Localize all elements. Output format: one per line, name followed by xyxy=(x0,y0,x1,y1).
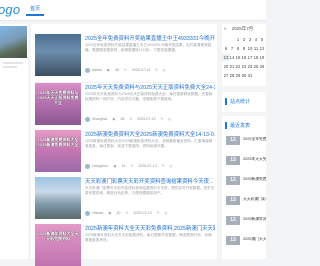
post-title[interactable]: 2025全年免费资料开奖结果直播王中王4933331今晚开奖,真... xyxy=(85,34,215,42)
post-card[interactable]: 天天彩澳门彩票天天彩开奖资料查询结果资料今天夜... 天天彩澳门彩票天天彩开奖资… xyxy=(35,175,215,226)
post-feed: 2025全年免费资料开奖结果直播王中王4933331今晚开奖,真... 2025… xyxy=(31,24,217,266)
left-column xyxy=(0,24,28,259)
post-meta: Shanghai ◉ 38 ⏲ 2025-07-13 ✎ 0 xyxy=(85,117,215,124)
post-excerpt: 2025新澳免费资料大全2025新澳免费资料大全，全网最新最全资料，汇集海量精准… xyxy=(85,139,213,148)
post-views: 38 xyxy=(120,117,125,122)
post-thumbnail[interactable]: 2025年天天免费资料与2025天天正版资料免费大全 xyxy=(35,83,81,125)
calendar-day[interactable]: 26 xyxy=(258,63,266,70)
nav-home-link[interactable]: 首页 xyxy=(26,3,45,16)
recent-post-link[interactable]: 2025新澳年资料大全 xyxy=(243,217,266,222)
post-author[interactable]: Hangzhou xyxy=(92,164,108,168)
author-avatar xyxy=(85,164,90,169)
post-title[interactable]: 2025新澳免费资料大全2025新澳免费资料大全14-13-0... xyxy=(85,130,215,138)
post-date: 2025-07-13 xyxy=(137,117,156,122)
comment-icon: ✎ xyxy=(156,211,160,216)
calendar-month: 2025年7月 xyxy=(231,26,254,31)
author-avatar xyxy=(85,117,90,122)
post-date: 2025-07-13 xyxy=(131,68,151,73)
post-excerpt: 2025新澳年资料大全天天彩免费资料，每日更新开奖数据，精准预测分析，全面覆盖各… xyxy=(85,233,212,242)
post-date: 2025-07-13 xyxy=(138,164,157,169)
calendar-day xyxy=(258,72,266,79)
post-author[interactable]: Shanghai xyxy=(92,117,107,121)
section-title-stats: 站点统计 xyxy=(225,98,250,105)
post-excerpt: 2025年天天免费资料与2025天天正版资料免费大全，每日更新精准数据，完整版权… xyxy=(85,92,213,101)
views-icon: ◉ xyxy=(106,68,110,73)
recent-date-badge: 13 xyxy=(226,156,240,165)
recent-date-badge: 13 xyxy=(226,236,240,245)
calendar-day[interactable]: 12 xyxy=(258,45,266,52)
section-title-recent: 最近发表 xyxy=(225,122,250,129)
clock-icon: ⏲ xyxy=(129,117,133,122)
post-thumbnail[interactable] xyxy=(35,34,81,76)
comment-icon: ✎ xyxy=(160,117,164,122)
comment-icon: ✎ xyxy=(161,164,165,169)
post-thumbnail[interactable]: 2025新澳免费资料大全2025新澳免费资料大全 xyxy=(35,130,81,172)
post-excerpt: 天天彩澳门彩票天天彩开奖资料查询结果资料今天夜，提供实时开奖数据，历史记录完整查… xyxy=(85,186,215,195)
calendar-widget: « 2025年7月 1 2 3 4 5 6 7 8 9 10 11 12 13 14 15 16 17 18 19 2… xyxy=(222,24,266,86)
author-avatar xyxy=(85,68,90,73)
clock-icon: ⏲ xyxy=(123,68,127,73)
clock-icon: ⏲ xyxy=(130,164,134,169)
recent-post-link[interactable]: 天天彩澳门彩票天天彩 xyxy=(243,197,266,202)
recent-post-link[interactable]: 2025新澳免费资料 xyxy=(243,177,266,182)
calendar-header: « 2025年7月 xyxy=(222,26,266,32)
views-icon: ◉ xyxy=(108,211,112,216)
post-card[interactable]: 2025全年免费资料开奖结果直播王中王4933331今晚开奖,真... 2025… xyxy=(35,32,215,83)
clock-icon: ⏲ xyxy=(125,211,129,216)
post-comments: 0 xyxy=(169,164,172,169)
calendar-day[interactable]: 5 xyxy=(258,36,266,43)
post-views: 31 xyxy=(121,164,126,169)
top-bar: ogo 首页 xyxy=(0,0,266,21)
post-author[interactable]: admin xyxy=(92,68,102,72)
post-views: 38 xyxy=(114,68,119,73)
post-thumbnail[interactable]: 2025新澳年资料大全天天彩免费资料 xyxy=(35,224,81,266)
post-views: 30 xyxy=(116,211,121,216)
views-icon: ◉ xyxy=(113,164,117,169)
post-card[interactable]: 2025新澳年资料大全天天彩免费资料 2025新澳年资料大全天天彩免费资料,20… xyxy=(35,222,215,266)
post-meta: admin ◉ 38 ⏲ 2025-07-13 ✎ 0 xyxy=(85,68,215,75)
post-comments: 0 xyxy=(164,211,167,216)
recent-posts-widget: 最近发表 132025全年免费资料开奖132025年天天免费资料132025新澳… xyxy=(222,116,266,259)
recent-post-link[interactable]: 2025年天天免费资料 xyxy=(243,157,266,162)
post-title[interactable]: 2025新澳年资料大全天天彩免费资料,2025新澳门天天彩... xyxy=(85,224,215,232)
recent-post-link[interactable]: 2025澳门天天开奖 xyxy=(243,237,266,242)
stats-widget: 站点统计 xyxy=(222,92,266,112)
recent-post-link[interactable]: 2025全年免费资料开奖 xyxy=(243,137,266,142)
left-divider xyxy=(3,66,17,68)
recent-date-badge: 13 xyxy=(226,176,240,185)
calendar-prev-icon[interactable]: « xyxy=(224,26,227,31)
recent-date-badge: 13 xyxy=(226,196,240,205)
post-meta: Hainan ◉ 30 ⏲ 2025-07-13 ✎ 0 xyxy=(85,211,215,218)
post-card[interactable]: 2025新澳免费资料大全2025新澳免费资料大全 2025新澳免费资料大全202… xyxy=(35,128,215,179)
comment-icon: ✎ xyxy=(155,68,159,73)
left-divider xyxy=(3,62,23,64)
right-sidebar: « 2025年7月 1 2 3 4 5 6 7 8 9 10 11 12 13 14 15 16 17 18 19 2… xyxy=(222,24,266,259)
post-comments: 0 xyxy=(163,68,166,73)
post-title[interactable]: 2025年天天免费资料与2025天天正版资料免费大全24-29... xyxy=(85,83,215,91)
post-date: 2025-07-13 xyxy=(133,211,152,216)
views-icon: ◉ xyxy=(112,117,116,122)
post-comments: 0 xyxy=(168,117,171,122)
recent-date-badge: 13 xyxy=(226,136,240,145)
post-title[interactable]: 天天彩澳门彩票天天彩开奖资料查询结果资料今天夜... xyxy=(85,177,215,185)
recent-date-badge: 13 xyxy=(226,216,240,225)
author-avatar xyxy=(85,211,90,216)
profile-image xyxy=(0,26,27,58)
site-logo[interactable]: ogo xyxy=(0,2,20,17)
post-excerpt: 2025全年免费资料开奖结果直播王中王4933331今晚开奖结果，实时高清视频直… xyxy=(85,43,212,52)
post-meta: Hangzhou ◉ 31 ⏲ 2025-07-13 ✎ 0 xyxy=(85,164,215,171)
post-author[interactable]: Hainan xyxy=(92,211,103,215)
calendar-day[interactable]: 19 xyxy=(258,54,266,61)
post-card[interactable]: 2025年天天免费资料与2025天天正版资料免费大全 2025年天天免费资料与2… xyxy=(35,81,215,132)
post-thumbnail[interactable] xyxy=(35,177,81,219)
